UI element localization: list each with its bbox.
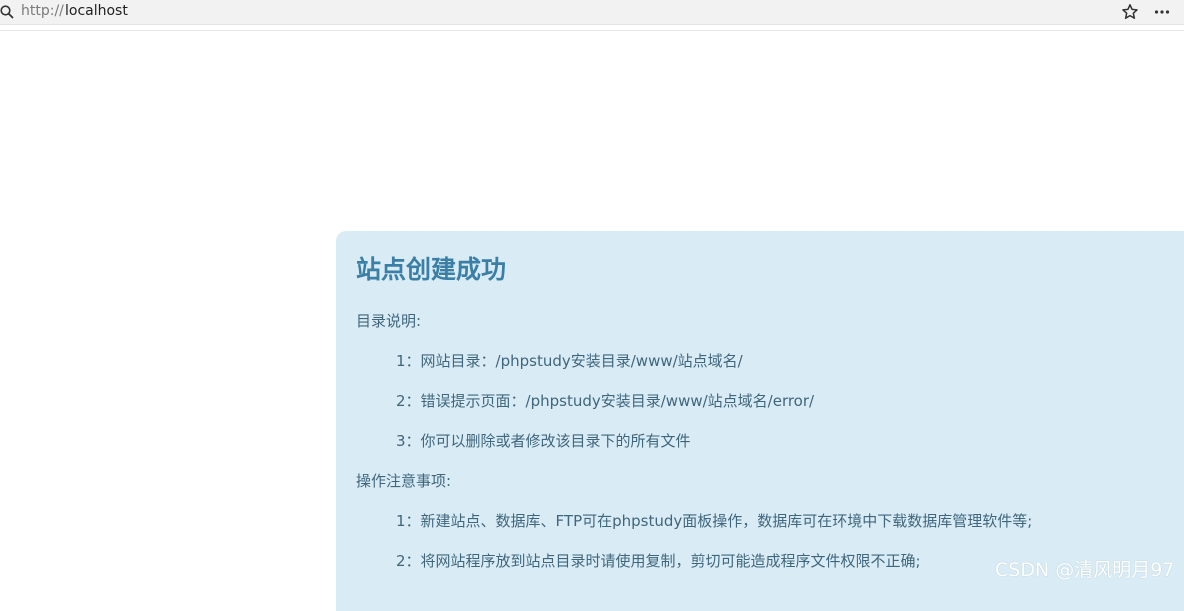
star-icon[interactable]	[1121, 3, 1139, 21]
directory-item: 1：网站目录：/phpstudy安装目录/www/站点域名/	[396, 352, 743, 370]
info-panel: 站点创建成功 目录说明: 1：网站目录：/phpstudy安装目录/www/站点…	[336, 231, 1184, 611]
search-icon	[0, 4, 14, 19]
directory-item: 2：错误提示页面：/phpstudy安装目录/www/站点域名/error/	[396, 392, 815, 410]
more-icon[interactable]	[1153, 3, 1171, 21]
notes-item: 1：新建站点、数据库、FTP可在phpstudy面板操作，数据库可在环境中下载数…	[396, 512, 1033, 530]
watermark: CSDN @清风明月97	[995, 559, 1175, 581]
directory-item: 3：你可以删除或者修改该目录下的所有文件	[396, 432, 691, 450]
browser-address-bar: http:// localhost	[0, 0, 1184, 25]
directory-heading: 目录说明:	[356, 312, 422, 330]
page-title: 站点创建成功	[356, 255, 507, 284]
url-host[interactable]: localhost	[65, 2, 128, 20]
notes-heading: 操作注意事项:	[356, 472, 452, 490]
notes-item: 2：将网站程序放到站点目录时请使用复制，剪切可能造成程序文件权限不正确;	[396, 552, 921, 570]
toolbar-divider	[0, 30, 1184, 31]
url-scheme[interactable]: http://	[21, 2, 64, 20]
